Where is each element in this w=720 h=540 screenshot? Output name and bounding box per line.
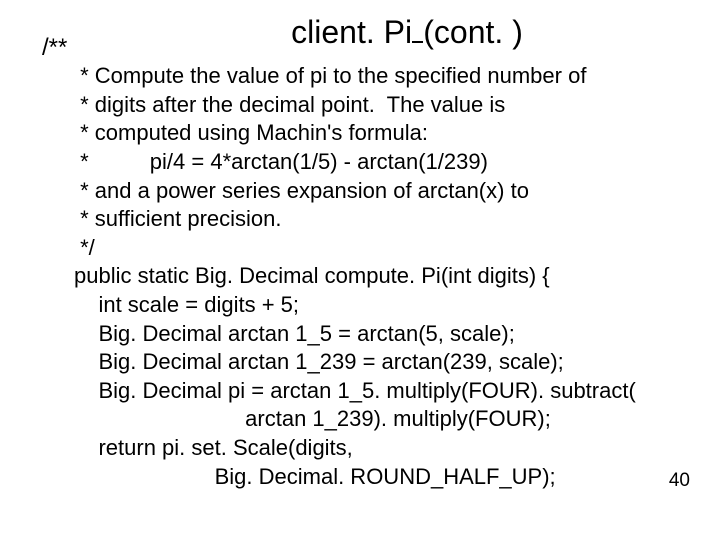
page-number: 40 <box>669 470 690 492</box>
title-cursor <box>412 41 423 43</box>
title-right: (cont. ) <box>423 14 523 50</box>
slide: client. Pi(cont. ) /** * Compute the val… <box>0 0 720 540</box>
code-body: * Compute the value of pi to the specifi… <box>74 62 678 491</box>
title-left: client. Pi <box>291 14 412 50</box>
